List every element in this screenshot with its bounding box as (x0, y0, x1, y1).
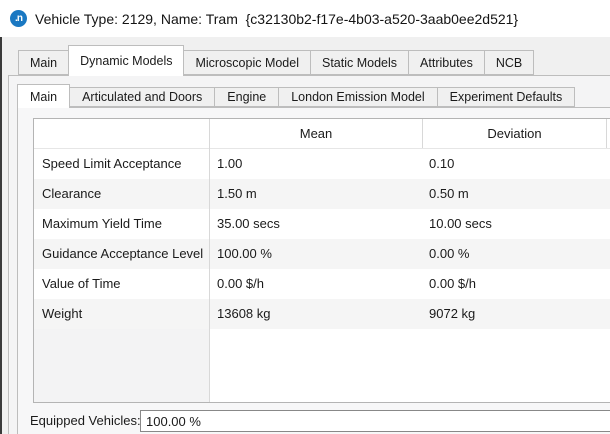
row-header-empty-area (34, 329, 209, 402)
deviation-cell[interactable]: 0.00 % (423, 239, 610, 269)
mean-cell[interactable]: 13608 kg (210, 299, 423, 329)
row-label: Clearance (34, 179, 210, 209)
mean-cell[interactable]: 35.00 secs (210, 209, 423, 239)
aimsun-logo-icon: .n (10, 10, 27, 27)
table-row: Weight 13608 kg 9072 kg (34, 299, 610, 329)
deviation-cell[interactable]: 0.50 m (423, 179, 610, 209)
row-label: Speed Limit Acceptance (34, 149, 210, 179)
subtab-london-emission-model[interactable]: London Emission Model (278, 87, 437, 107)
tab-ncb[interactable]: NCB (484, 50, 534, 75)
table-row: Guidance Acceptance Level 100.00 % 0.00 … (34, 239, 610, 269)
mean-cell[interactable]: 100.00 % (210, 239, 423, 269)
deviation-cell[interactable]: 9072 kg (423, 299, 610, 329)
subtab-main[interactable]: Main (17, 84, 70, 108)
row-label: Weight (34, 299, 210, 329)
column-header-deviation: Deviation (423, 119, 606, 148)
title-bar: .n Vehicle Type: 2129, Name: Tram {c3213… (0, 0, 610, 37)
tab-main[interactable]: Main (18, 50, 69, 75)
table-row: Maximum Yield Time 35.00 secs 10.00 secs (34, 209, 610, 239)
tab-microscopic-model[interactable]: Microscopic Model (183, 50, 311, 75)
row-label: Guidance Acceptance Level (34, 239, 210, 269)
tab-attributes[interactable]: Attributes (408, 50, 485, 75)
mean-cell[interactable]: 1.00 (210, 149, 423, 179)
tab-dynamic-models[interactable]: Dynamic Models (68, 45, 184, 76)
equipped-vehicles-label: Equipped Vehicles: (30, 410, 141, 432)
column-header-mean: Mean (210, 119, 422, 148)
window-title: Vehicle Type: 2129, Name: Tram {c32130b2… (35, 11, 518, 27)
subtab-experiment-defaults[interactable]: Experiment Defaults (437, 87, 576, 107)
background-window-edge (0, 37, 2, 434)
deviation-cell[interactable]: 0.10 (423, 149, 610, 179)
mean-cell[interactable]: 1.50 m (210, 179, 423, 209)
subtab-engine[interactable]: Engine (214, 87, 279, 107)
table-row: Clearance 1.50 m 0.50 m (34, 179, 610, 209)
table-header-row: Mean Deviation (34, 119, 610, 149)
table-row: Speed Limit Acceptance 1.00 0.10 (34, 149, 610, 179)
row-label: Maximum Yield Time (34, 209, 210, 239)
column-divider (209, 119, 210, 402)
header-divider (606, 119, 607, 148)
table-row: Value of Time 0.00 $/h 0.00 $/h (34, 269, 610, 299)
deviation-cell[interactable]: 10.00 secs (423, 209, 610, 239)
tab-static-models[interactable]: Static Models (310, 50, 409, 75)
main-tab-bar: Main Dynamic Models Microscopic Model St… (18, 45, 534, 76)
sub-tab-bar: Main Articulated and Doors Engine London… (17, 84, 575, 108)
mean-cell[interactable]: 0.00 $/h (210, 269, 423, 299)
subtab-articulated-and-doors[interactable]: Articulated and Doors (69, 87, 215, 107)
deviation-cell[interactable]: 0.00 $/h (423, 269, 610, 299)
row-label: Value of Time (34, 269, 210, 299)
vehicle-type-dialog: .n Vehicle Type: 2129, Name: Tram {c3213… (0, 0, 610, 434)
parameters-table: Mean Deviation Speed Limit Acceptance 1.… (33, 118, 610, 403)
equipped-vehicles-input[interactable] (140, 410, 610, 432)
